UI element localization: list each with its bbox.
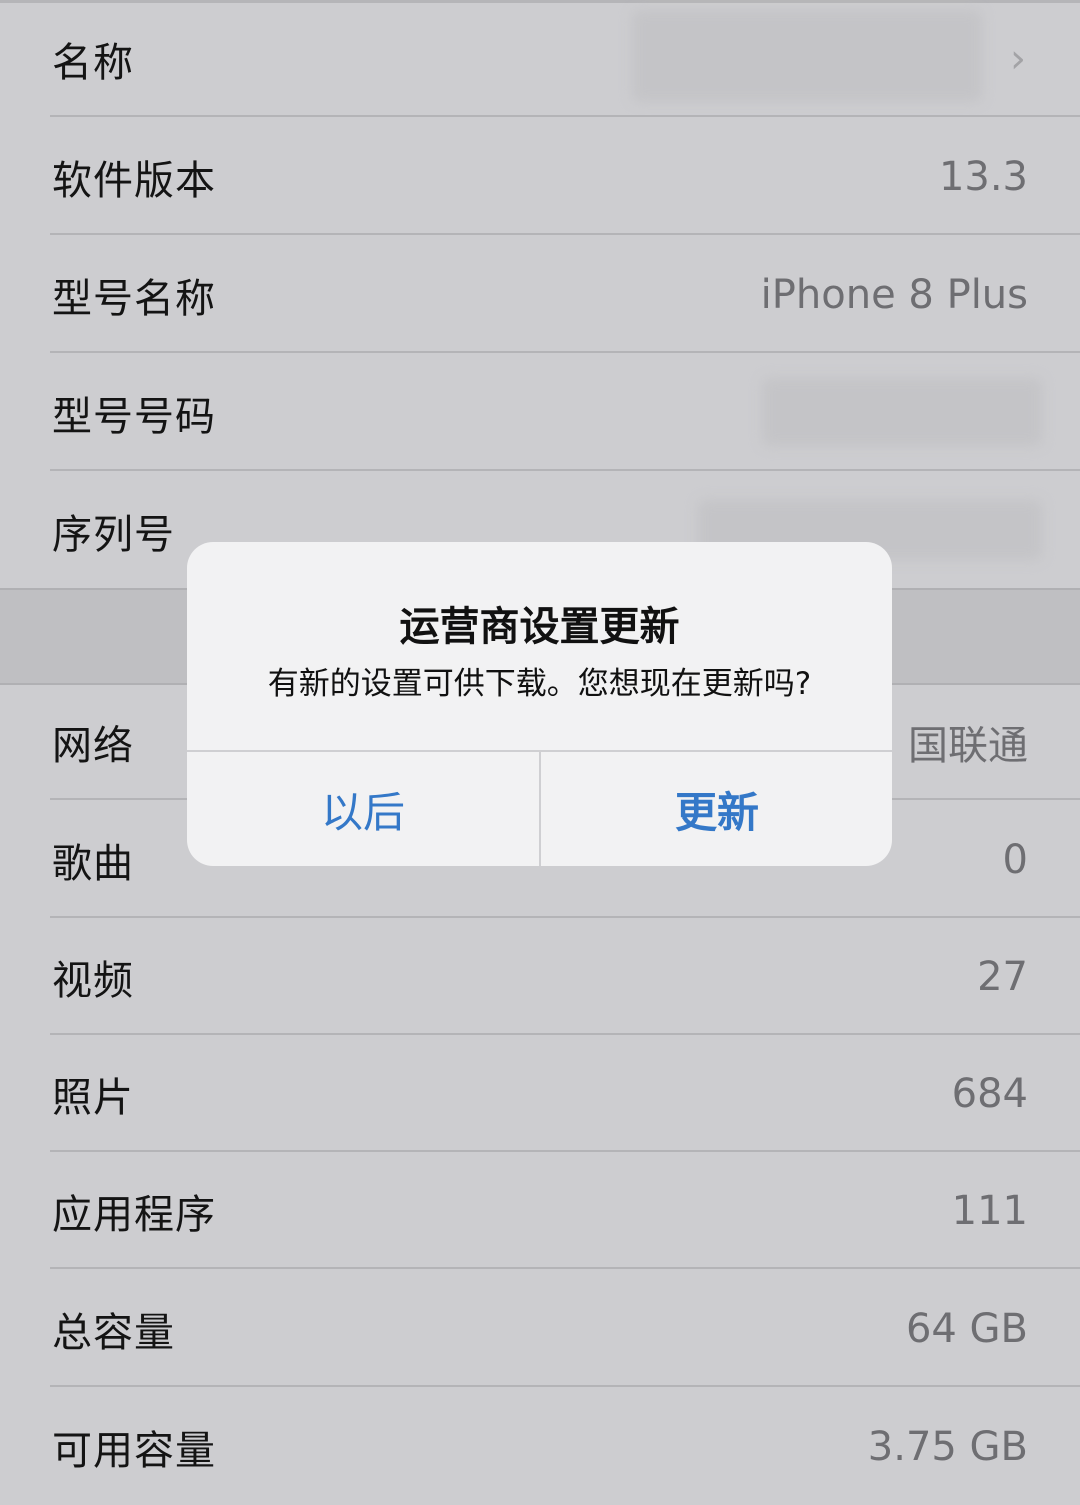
row-label: 可用容量 (52, 1427, 216, 1474)
row-available: 可用容量 3.75 GB (0, 1388, 1080, 1505)
redacted-value (632, 10, 982, 102)
row-divider (50, 351, 1080, 353)
row-label: 型号号码 (52, 393, 216, 440)
row-value: 0 (1002, 836, 1028, 883)
row-label: 名称 (52, 39, 134, 86)
row-value: 684 (951, 1070, 1028, 1117)
chevron-right-icon: › (1010, 35, 1026, 82)
row-name[interactable]: 名称 › (0, 0, 1080, 117)
update-button[interactable]: 更新 (541, 752, 892, 866)
row-photos: 照片 684 (0, 1035, 1080, 1152)
row-label: 照片 (52, 1074, 134, 1121)
row-value: iPhone 8 Plus (760, 271, 1028, 318)
row-label: 总容量 (52, 1309, 175, 1356)
row-model-name: 型号名称 iPhone 8 Plus (0, 236, 1080, 353)
row-value: 国联通 (908, 722, 1028, 769)
row-divider (50, 1385, 1080, 1387)
row-label: 序列号 (52, 511, 175, 558)
row-label: 网络 (52, 722, 134, 769)
row-value: 111 (951, 1187, 1028, 1234)
row-applications: 应用程序 111 (0, 1152, 1080, 1269)
row-divider (50, 115, 1080, 117)
row-software-version: 软件版本 13.3 (0, 118, 1080, 235)
row-divider (50, 469, 1080, 471)
row-capacity: 总容量 64 GB (0, 1270, 1080, 1387)
row-value: 27 (977, 953, 1028, 1000)
row-label: 歌曲 (52, 840, 134, 887)
later-button[interactable]: 以后 (187, 752, 539, 866)
row-divider (50, 1267, 1080, 1269)
alert-title: 运营商设置更新 (399, 604, 680, 650)
row-videos: 视频 27 (0, 918, 1080, 1035)
row-label: 应用程序 (52, 1191, 216, 1238)
row-model-number[interactable]: 型号号码 (0, 354, 1080, 471)
row-value: 13.3 (938, 153, 1028, 200)
row-label: 型号名称 (52, 275, 216, 322)
alert-message: 有新的设置可供下载。您想现在更新吗? (267, 666, 812, 702)
row-label: 软件版本 (52, 157, 216, 204)
row-value: 3.75 GB (867, 1423, 1028, 1470)
carrier-settings-alert: 运营商设置更新 有新的设置可供下载。您想现在更新吗? 以后 更新 (187, 542, 892, 866)
row-value: 64 GB (905, 1305, 1028, 1352)
row-divider (50, 233, 1080, 235)
row-label: 视频 (52, 957, 134, 1004)
redacted-value (762, 378, 1042, 446)
